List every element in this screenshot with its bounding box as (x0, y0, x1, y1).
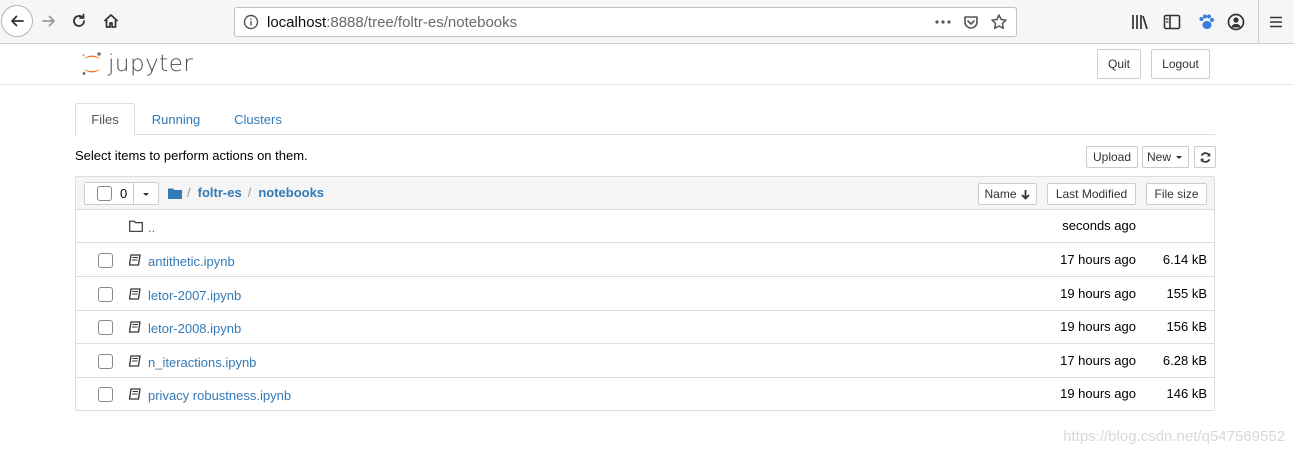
file-size: 146 kB (1166, 386, 1207, 402)
table-row[interactable]: n_iteractions.ipynb 17 hours ago 6.28 kB (76, 345, 1214, 378)
sort-by-modified-button[interactable]: Last Modified (1047, 183, 1136, 205)
row-checkbox[interactable] (98, 387, 113, 403)
selection-hint: Select items to perform actions on them. (75, 148, 308, 163)
new-button[interactable]: New (1142, 146, 1189, 168)
url-bar[interactable]: localhost:8888/tree/foltr-es/notebooks (234, 7, 1017, 37)
back-button[interactable] (1, 5, 33, 37)
table-row[interactable]: antithetic.ipynb 17 hours ago 6.14 kB (76, 244, 1214, 277)
hamburger-icon (1269, 16, 1282, 28)
library-icon (1132, 15, 1148, 30)
file-size: 155 kB (1166, 285, 1207, 301)
extension-button[interactable] (1196, 12, 1216, 32)
home-button[interactable] (100, 9, 122, 33)
sort-by-size-button[interactable]: File size (1146, 183, 1207, 205)
last-modified: 17 hours ago (1060, 252, 1136, 267)
paw-icon (1199, 14, 1214, 29)
browser-toolbar: localhost:8888/tree/foltr-es/notebooks (0, 0, 1294, 44)
table-row[interactable]: letor-2007.ipynb 19 hours ago 155 kB (76, 278, 1214, 311)
jupyter-header: jupyter Quit Logout (0, 44, 1294, 85)
site-info-button[interactable] (235, 14, 267, 30)
breadcrumb-separator: / (247, 185, 252, 200)
table-row[interactable]: letor-2008.ipynb 19 hours ago 156 kB (76, 311, 1214, 345)
select-all-button[interactable]: 0 (84, 182, 134, 205)
file-size: 156 kB (1166, 319, 1207, 335)
jupyter-logo-icon (82, 52, 101, 75)
reload-button[interactable] (68, 9, 90, 33)
select-all-checkbox[interactable] (97, 186, 112, 201)
file-name-link[interactable]: letor-2007.ipynb (148, 288, 241, 303)
logout-button[interactable]: Logout (1151, 49, 1210, 79)
breadcrumb-link-notebooks[interactable]: notebooks (258, 185, 324, 200)
arrow-left-icon (11, 15, 24, 27)
row-checkbox[interactable] (98, 253, 113, 268)
table-row[interactable]: privacy robustness.ipynb 19 hours ago 146 … (76, 378, 1214, 411)
jupyter-logo-text: jupyter (108, 51, 194, 77)
caret-down-icon (143, 192, 149, 196)
arrow-down-icon (1020, 189, 1030, 200)
pocket-icon[interactable] (962, 13, 980, 31)
file-size: 6.14 kB (1162, 252, 1207, 267)
notebook-icon (129, 321, 141, 333)
url-host: localhost (267, 13, 327, 31)
tab-files[interactable]: Files (75, 103, 135, 136)
folder-outline-icon (129, 220, 143, 232)
sidebar-icon (1163, 14, 1181, 30)
watermark: https://blog.csdn.net/q547569552 (1063, 428, 1285, 445)
notebook-icon (129, 388, 141, 401)
tab-running[interactable]: Running (143, 103, 209, 135)
row-checkbox[interactable] (98, 286, 113, 302)
sort-by-name-button[interactable]: Name (978, 183, 1037, 205)
arrow-right-icon (42, 15, 55, 27)
home-icon (103, 14, 119, 28)
list-item-parent[interactable]: .. seconds ago (76, 210, 1214, 243)
url-text[interactable]: localhost:8888/tree/foltr-es/notebooks (267, 14, 934, 31)
menu-button[interactable] (1258, 0, 1292, 44)
library-button[interactable] (1130, 12, 1150, 32)
file-size: 6.28 kB (1162, 352, 1207, 368)
forward-button[interactable] (38, 9, 60, 33)
notebook-icon (129, 355, 141, 367)
refresh-icon (1200, 151, 1210, 163)
reload-icon (73, 13, 85, 27)
sidebar-button[interactable] (1162, 12, 1182, 32)
file-name-link[interactable]: letor-2008.ipynb (148, 321, 241, 336)
breadcrumb-link-foltr-es[interactable]: foltr-es (198, 185, 242, 200)
sort-name-label: Name (984, 187, 1017, 201)
url-path: :8888/tree/foltr-es/notebooks (326, 13, 518, 31)
quit-button[interactable]: Quit (1097, 49, 1141, 79)
account-icon (1227, 13, 1245, 31)
last-modified: 19 hours ago (1060, 285, 1136, 301)
file-list-header: 0 / foltr-es / notebooks Name Last Modif… (76, 177, 1214, 210)
file-name-link[interactable]: .. (148, 220, 155, 235)
last-modified: seconds ago (1062, 218, 1136, 233)
last-modified: 19 hours ago (1060, 386, 1136, 402)
bookmark-star-icon[interactable] (990, 13, 1008, 31)
breadcrumb: / foltr-es / notebooks (168, 185, 324, 200)
notebook-icon (129, 287, 141, 300)
row-checkbox[interactable] (98, 353, 113, 369)
tab-clusters[interactable]: Clusters (227, 103, 289, 135)
account-button[interactable] (1226, 12, 1246, 32)
refresh-button[interactable] (1194, 146, 1216, 168)
file-list: 0 / foltr-es / notebooks Name Last Modif… (75, 176, 1215, 411)
row-checkbox[interactable] (98, 320, 113, 336)
upload-button[interactable]: Upload (1086, 146, 1138, 168)
new-button-label: New (1146, 150, 1171, 164)
select-dropdown-button[interactable] (133, 182, 159, 205)
folder-icon[interactable] (168, 187, 182, 199)
file-name-link[interactable]: privacy robustness.ipynb (148, 388, 291, 403)
file-name-link[interactable]: antithetic.ipynb (148, 254, 235, 269)
breadcrumb-separator: / (187, 185, 191, 200)
last-modified: 17 hours ago (1060, 352, 1136, 368)
selected-count: 0 (120, 186, 128, 201)
file-name-link[interactable]: n_iteractions.ipynb (148, 355, 256, 370)
last-modified: 19 hours ago (1060, 319, 1136, 335)
info-icon (243, 14, 259, 30)
jupyter-logo[interactable]: jupyter (80, 51, 193, 77)
more-icon[interactable] (934, 14, 952, 30)
tab-bar: Files Running Clusters (75, 103, 1215, 136)
caret-down-icon (1176, 156, 1182, 159)
notebook-icon (129, 254, 141, 266)
